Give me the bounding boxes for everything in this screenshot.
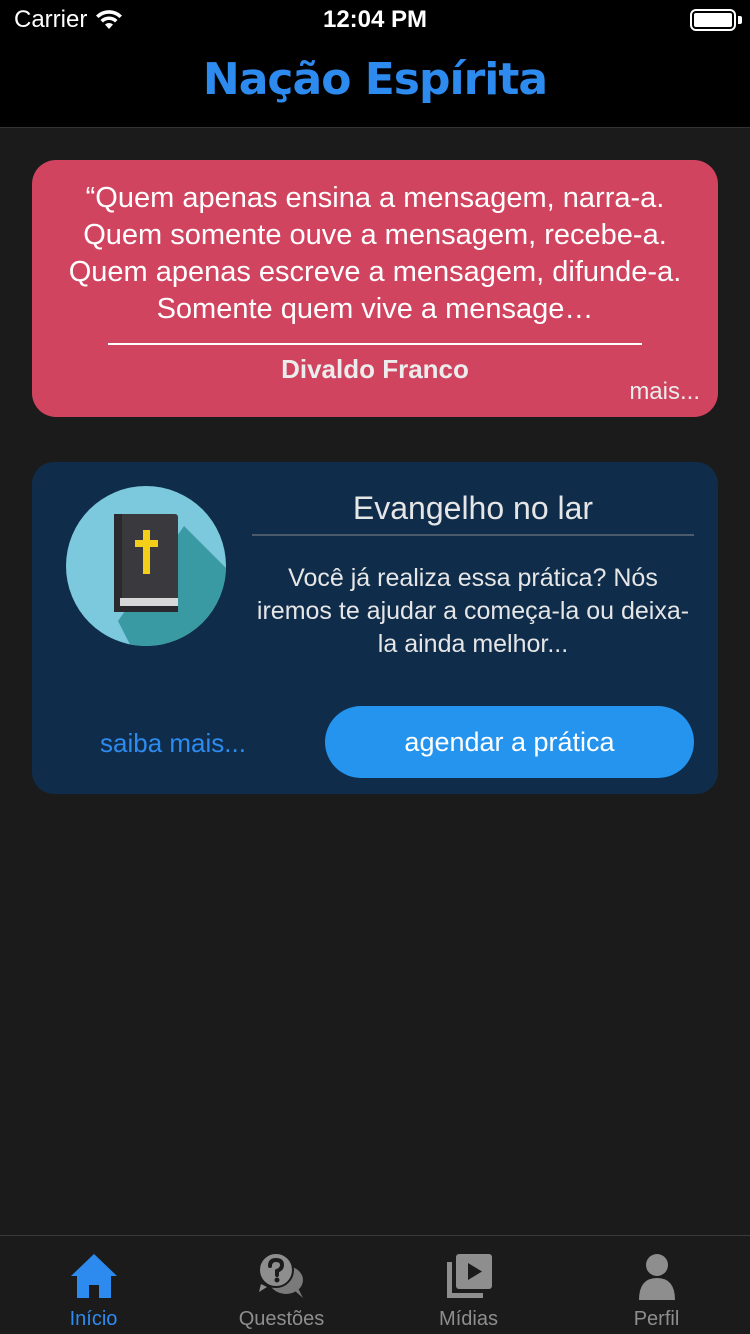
tab-questoes[interactable]: Questões xyxy=(188,1236,375,1334)
tab-midias[interactable]: Mídias xyxy=(375,1236,562,1334)
gospel-description: Você já realiza essa prática? Nós iremos… xyxy=(256,564,690,658)
home-icon xyxy=(70,1254,117,1298)
tab-perfil[interactable]: Perfil xyxy=(563,1236,750,1334)
quote-more-link[interactable]: mais... xyxy=(629,378,700,406)
app-title: Nação Espírita xyxy=(202,54,548,105)
gospel-at-home-card: Evangelho no lar Você já realiza essa pr… xyxy=(32,462,718,794)
tab-inicio[interactable]: Início xyxy=(0,1236,187,1334)
bible-icon xyxy=(66,486,226,646)
quote-text: “Quem apenas ensina a mensagem, narra-a.… xyxy=(68,182,682,325)
tab-label-perfil: Perfil xyxy=(633,1308,680,1330)
schedule-practice-button[interactable]: agendar a prática xyxy=(325,706,694,778)
tab-label-questoes: Questões xyxy=(238,1308,325,1330)
tab-bar: Início Questões Mídias Perfil xyxy=(0,1235,750,1334)
status-bar: Carrier 12:04 PM xyxy=(0,0,750,40)
profile-icon xyxy=(638,1254,675,1300)
quote-card[interactable]: “Quem apenas ensina a mensagem, narra-a.… xyxy=(32,160,718,417)
tab-label-inicio: Início xyxy=(69,1308,118,1330)
learn-more-link[interactable]: saiba mais... xyxy=(100,728,246,759)
questions-icon xyxy=(257,1252,303,1298)
status-time: 12:04 PM xyxy=(322,6,428,33)
battery-tip xyxy=(738,16,742,24)
media-icon xyxy=(446,1254,492,1298)
quote-divider xyxy=(108,343,642,345)
navigation-bar: Nação Espírita xyxy=(0,40,750,128)
tab-label-midias: Mídias xyxy=(439,1308,498,1330)
quote-author: Divaldo Franco xyxy=(281,354,469,384)
gospel-divider xyxy=(252,534,694,536)
gospel-title: Evangelho no lar xyxy=(352,490,594,526)
battery-icon xyxy=(690,9,736,31)
